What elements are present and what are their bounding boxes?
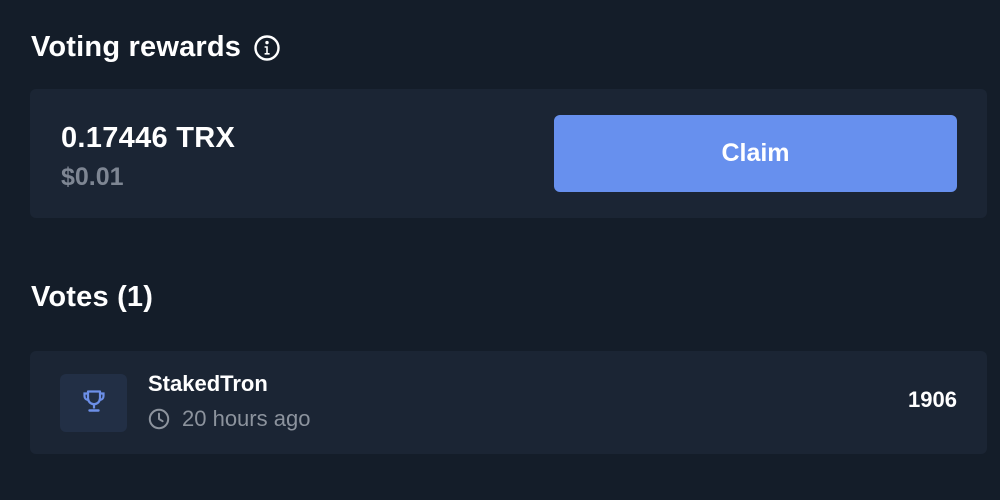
- info-icon[interactable]: [253, 34, 281, 62]
- claim-button[interactable]: Claim: [554, 115, 957, 192]
- votes-heading: Votes (1): [31, 281, 154, 313]
- voting-rewards-heading: Voting rewards: [31, 31, 281, 64]
- voting-rewards-title: Voting rewards: [31, 31, 242, 63]
- validator-name: StakedTron: [148, 371, 268, 396]
- reward-amount: 0.17446 TRX: [61, 122, 236, 154]
- vote-time-text: 20 hours ago: [182, 406, 311, 431]
- clock-icon: [148, 408, 170, 430]
- trophy-icon: [80, 387, 108, 420]
- rewards-card: 0.17446 TRX $0.01 Claim: [30, 89, 987, 218]
- vote-count: 1906: [908, 387, 957, 412]
- reward-fiat-value: $0.01: [61, 163, 124, 191]
- vote-list-item[interactable]: StakedTron 20 hours ago 1906: [30, 351, 987, 454]
- validator-avatar: [60, 374, 127, 432]
- vote-timestamp: 20 hours ago: [148, 406, 310, 432]
